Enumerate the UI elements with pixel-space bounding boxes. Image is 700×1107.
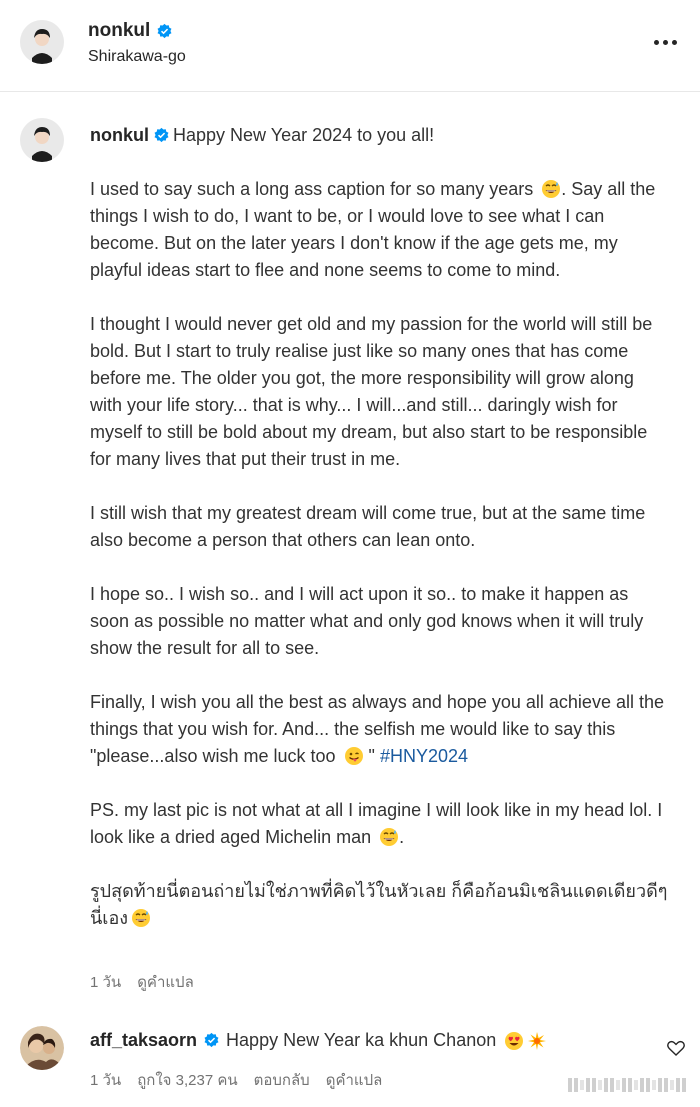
- sparkle-emoji: [527, 1031, 547, 1051]
- caption-first-line: Happy New Year 2024 to you all!: [173, 125, 435, 145]
- caption-quote-close: ": [368, 746, 375, 766]
- caption-paragraph-1: I used to say such a long ass caption fo…: [90, 176, 670, 284]
- caption-paragraph-6: PS. my last pic is not what at all I ima…: [90, 797, 670, 851]
- grinning-sweat-emoji: [379, 827, 399, 847]
- author-username[interactable]: nonkul: [88, 20, 150, 42]
- caption-paragraph-5: Finally, I wish you all the best as alwa…: [90, 689, 670, 770]
- commenter-avatar[interactable]: [20, 1026, 64, 1070]
- post-location[interactable]: Shirakawa-go: [88, 48, 186, 66]
- comment-see-translation-link[interactable]: ดูคำแปล: [326, 1068, 383, 1092]
- caption-paragraph-5-text: Finally, I wish you all the best as alwa…: [90, 692, 664, 766]
- verified-badge-icon: [156, 23, 173, 40]
- caption-paragraph-6-text: PS. my last pic is not what at all I ima…: [90, 800, 663, 847]
- caption-author-avatar[interactable]: [20, 118, 64, 162]
- caption-paragraph-2: I thought I would never get old and my p…: [90, 314, 653, 469]
- heart-outline-icon[interactable]: [666, 1038, 686, 1058]
- grinning-sweat-emoji: [541, 179, 561, 199]
- see-translation-link[interactable]: ดูคำแปล: [137, 970, 194, 994]
- comment-text: Happy New Year ka khun Chanon: [226, 1030, 497, 1050]
- caption-paragraph-7-text: รูปสุดท้ายนี่ตอนถ่ายไม่ใช่ภาพที่คิดไว้ใน…: [90, 881, 668, 928]
- caption-paragraph-3: I still wish that my greatest dream will…: [90, 503, 646, 550]
- verified-badge-icon: [203, 1032, 220, 1049]
- grinning-sweat-emoji: [131, 908, 151, 928]
- reply-button[interactable]: ตอบกลับ: [254, 1068, 310, 1092]
- caption-username[interactable]: nonkul: [90, 125, 149, 145]
- verified-badge-icon: [153, 127, 170, 144]
- caption-timestamp[interactable]: 1 วัน: [90, 970, 121, 994]
- comment-line: aff_taksaorn Happy New Year ka khun Chan…: [90, 1030, 547, 1051]
- caption-paragraph-7: รูปสุดท้ายนี่ตอนถ่ายไม่ใช่ภาพที่คิดไว้ใน…: [90, 878, 670, 932]
- caption-text: nonkul Happy New Year 2024 to you all! I …: [90, 122, 670, 932]
- winking-tongue-emoji: [344, 746, 364, 766]
- comment-timestamp[interactable]: 1 วัน: [90, 1068, 121, 1092]
- watermark-logo: [568, 1077, 688, 1093]
- comment-meta: 1 วัน ถูกใจ 3,237 คน ตอบกลับ ดูคำแปล: [90, 1068, 382, 1092]
- more-options-icon[interactable]: [650, 30, 680, 54]
- caption-paragraph-6-end: .: [399, 827, 405, 847]
- heart-eyes-emoji: [504, 1031, 524, 1051]
- author-username-row: nonkul: [88, 20, 173, 42]
- caption-meta: 1 วัน ดูคำแปล: [90, 970, 194, 994]
- author-avatar[interactable]: [20, 20, 64, 64]
- commenter-username[interactable]: aff_taksaorn: [90, 1030, 197, 1051]
- post-header: nonkul Shirakawa-go: [0, 0, 700, 92]
- comment-likes-count[interactable]: ถูกใจ 3,237 คน: [137, 1068, 237, 1092]
- hashtag-link[interactable]: #HNY2024: [380, 746, 468, 766]
- caption-paragraph-4: I hope so.. I wish so.. and I will act u…: [90, 584, 644, 658]
- caption-paragraph-1-text: I used to say such a long ass caption fo…: [90, 179, 534, 199]
